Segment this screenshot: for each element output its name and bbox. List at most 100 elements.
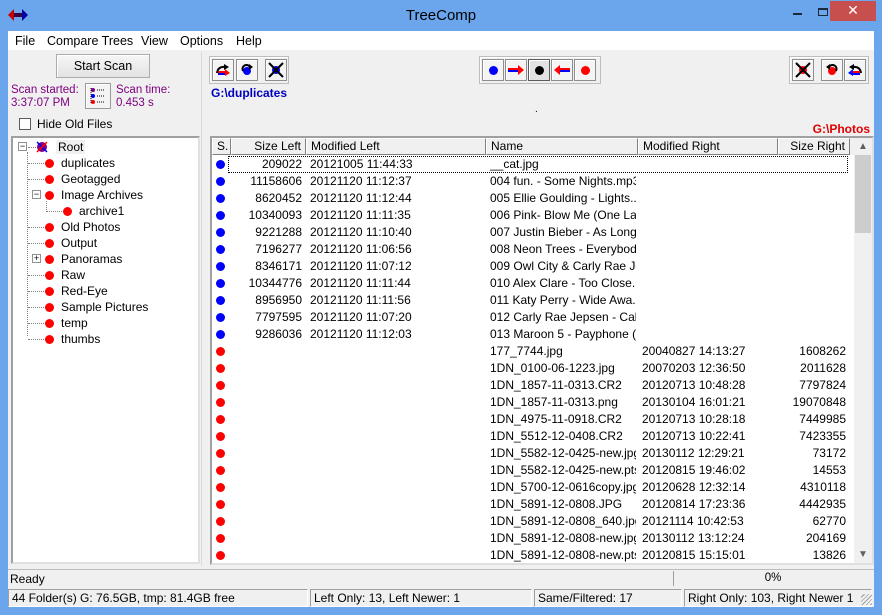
title-bar[interactable]: TreeComp ✕	[0, 0, 882, 32]
cell-size-left: 209022	[261, 157, 302, 171]
tree-node[interactable]: temp	[17, 315, 197, 331]
scan-options-button[interactable]	[85, 83, 111, 109]
tree-node[interactable]: Raw	[17, 267, 197, 283]
table-row[interactable]: 8620452 20121120 11:12:44 005 Ellie Gouldi…	[212, 190, 854, 207]
table-row[interactable]: 7196277 20121120 11:06:56 008 Neon Trees -…	[212, 241, 854, 258]
cell-modified-right: 20120713 10:28:18	[642, 412, 746, 426]
tree-node[interactable]: duplicates	[17, 155, 197, 171]
tree-node[interactable]: Old Photos	[17, 219, 197, 235]
table-row[interactable]: 9286036 20121120 11:12:03 013 Maroon 5 - P…	[212, 326, 854, 343]
table-row[interactable]: 10344776 20121120 11:11:44 010 Alex Clare …	[212, 275, 854, 292]
table-row[interactable]: 1DN_5582-12-0425-new.jpg 20130112 12:29:2…	[212, 445, 854, 462]
table-row[interactable]: 1DN_5891-12-0808_640.jpg 20121114 10:42:5…	[212, 513, 854, 530]
scan-started: Scan started: 3:37:07 PM	[11, 84, 79, 110]
refresh-left-button[interactable]	[236, 59, 258, 81]
tree-line	[28, 147, 36, 148]
cell-name: 1DN_4975-11-0918.CR2	[490, 412, 622, 426]
right-path: G:\Photos	[812, 122, 870, 136]
tree-node[interactable]: thumbs	[17, 331, 197, 347]
tree-label-root: Root	[56, 140, 86, 154]
minimize-button[interactable]	[784, 1, 812, 21]
scrollbar-thumb[interactable]	[855, 155, 871, 233]
tree-node[interactable]: + Panoramas	[17, 251, 197, 267]
table-row[interactable]: 8346171 20121120 11:07:12 009 Owl City & C…	[212, 258, 854, 275]
tree-node[interactable]: Red-Eye	[17, 283, 197, 299]
menu-compare-trees[interactable]: Compare Trees	[47, 34, 133, 48]
arrow-left-icon	[554, 65, 570, 75]
checkbox-box[interactable]	[19, 118, 31, 130]
menu-help[interactable]: Help	[236, 34, 262, 48]
tree-node[interactable]: archive1	[17, 203, 197, 219]
table-row[interactable]: 1DN_0100-06-1223.jpg 20070203 12:36:50 201…	[212, 360, 854, 377]
column-header-size-left[interactable]: Size Left	[231, 138, 306, 155]
expand-icon[interactable]: +	[32, 254, 41, 263]
scan-time: Scan time: 0.453 s	[116, 84, 170, 110]
table-row[interactable]: 10340093 20121120 11:11:35 006 Pink- Blow …	[212, 207, 854, 224]
table-row[interactable]: 9221288 20121120 11:10:40 007 Justin Biebe…	[212, 224, 854, 241]
delete-right-button[interactable]	[792, 59, 814, 81]
close-button[interactable]: ✕	[830, 1, 876, 21]
vertical-scrollbar[interactable]: ▲ ▼	[854, 138, 872, 563]
resize-grip-icon[interactable]	[861, 594, 872, 605]
folder-tree[interactable]: − Root duplicates Geotagged − Image Archive…	[11, 136, 200, 564]
tree-node-root[interactable]: − Root	[17, 139, 197, 155]
tree-node[interactable]: Sample Pictures	[17, 299, 197, 315]
table-row[interactable]: 1DN_1857-11-0313.CR2 20120713 10:48:28 779…	[212, 377, 854, 394]
table-row[interactable]: 209022 20121005 11:44:33 __cat.jpg	[212, 156, 854, 173]
cell-name: 1DN_5700-12-0616copy.jpg	[490, 480, 636, 494]
column-header-size-right[interactable]: Size Right	[778, 138, 850, 155]
cell-modified-left: 20121120 11:12:03	[310, 327, 412, 341]
comparison-list[interactable]: S. Size Left Modified Left Name Modified…	[210, 136, 874, 565]
tree-label: duplicates	[61, 156, 116, 170]
tree-node[interactable]: − Image Archives	[17, 187, 197, 203]
blue-dot-icon	[488, 65, 498, 75]
menu-file[interactable]: File	[15, 34, 35, 48]
cell-size-right: 204169	[805, 531, 846, 545]
filter-same-button[interactable]	[528, 59, 550, 81]
menu-options[interactable]: Options	[180, 34, 223, 48]
tree-line	[28, 275, 44, 276]
table-row[interactable]: 7797595 20121120 11:07:20 012 Carly Rae Je…	[212, 309, 854, 326]
close-icon: ✕	[847, 2, 859, 18]
column-header-name[interactable]: Name	[486, 138, 638, 155]
column-header-modified-right[interactable]: Modified Right	[638, 138, 778, 155]
table-row[interactable]: 1DN_1857-11-0313.png 20130104 16:01:21 190…	[212, 394, 854, 411]
table-row[interactable]: 1DN_5891-12-0808.JPG 20120814 17:23:36 444…	[212, 496, 854, 513]
filter-right-only-button[interactable]	[574, 59, 596, 81]
filter-right-newer-button[interactable]	[551, 59, 573, 81]
cell-name: 1DN_5512-12-0408.CR2	[490, 429, 623, 443]
progress-indicator: 0%	[673, 571, 872, 586]
list-header: S. Size Left Modified Left Name Modified…	[212, 138, 854, 155]
copy-right-to-left-button[interactable]	[844, 59, 866, 81]
collapse-icon[interactable]: −	[32, 190, 41, 199]
filter-left-only-button[interactable]	[482, 59, 504, 81]
tree-line	[46, 211, 62, 212]
start-scan-button[interactable]: Start Scan	[56, 54, 150, 78]
table-row[interactable]: 1DN_5512-12-0408.CR2 20120713 10:22:41 742…	[212, 428, 854, 445]
refresh-right-button[interactable]	[821, 59, 843, 81]
table-row[interactable]: 1DN_4975-11-0918.CR2 20120713 10:28:18 744…	[212, 411, 854, 428]
table-row[interactable]: 1DN_5891-12-0808-new.pts 20120815 15:15:0…	[212, 547, 854, 563]
collapse-icon[interactable]: −	[18, 142, 27, 151]
column-header-modified-left[interactable]: Modified Left	[306, 138, 486, 155]
table-row[interactable]: 177_7744.jpg 20040827 14:13:27 1608262	[212, 343, 854, 360]
menu-view[interactable]: View	[141, 34, 168, 48]
scroll-down-icon[interactable]: ▼	[854, 546, 872, 563]
table-row[interactable]: 1DN_5700-12-0616copy.jpg 20120628 12:32:1…	[212, 479, 854, 496]
scroll-up-icon[interactable]: ▲	[854, 138, 872, 155]
table-row[interactable]: 1DN_5582-12-0425-new.pts 20120815 19:46:0…	[212, 462, 854, 479]
cell-size-left: 10340093	[248, 208, 302, 222]
folder-status-icon	[63, 207, 72, 216]
table-row[interactable]: 8956950 20121120 11:11:56 011 Katy Perry -…	[212, 292, 854, 309]
tree-label: Output	[61, 236, 98, 250]
cell-name: 006 Pink- Blow Me (One La...	[490, 208, 636, 222]
copy-left-to-right-button[interactable]	[212, 59, 234, 81]
column-header-status[interactable]: S.	[212, 138, 231, 155]
tree-label: archive1	[79, 204, 125, 218]
filter-left-newer-button[interactable]	[505, 59, 527, 81]
tree-node[interactable]: Geotagged	[17, 171, 197, 187]
table-row[interactable]: 1DN_5891-12-0808-new.jpg 20130112 13:12:2…	[212, 530, 854, 547]
tree-node[interactable]: Output	[17, 235, 197, 251]
table-row[interactable]: 11158606 20121120 11:12:37 004 fun. - Some…	[212, 173, 854, 190]
delete-left-button[interactable]	[265, 59, 287, 81]
